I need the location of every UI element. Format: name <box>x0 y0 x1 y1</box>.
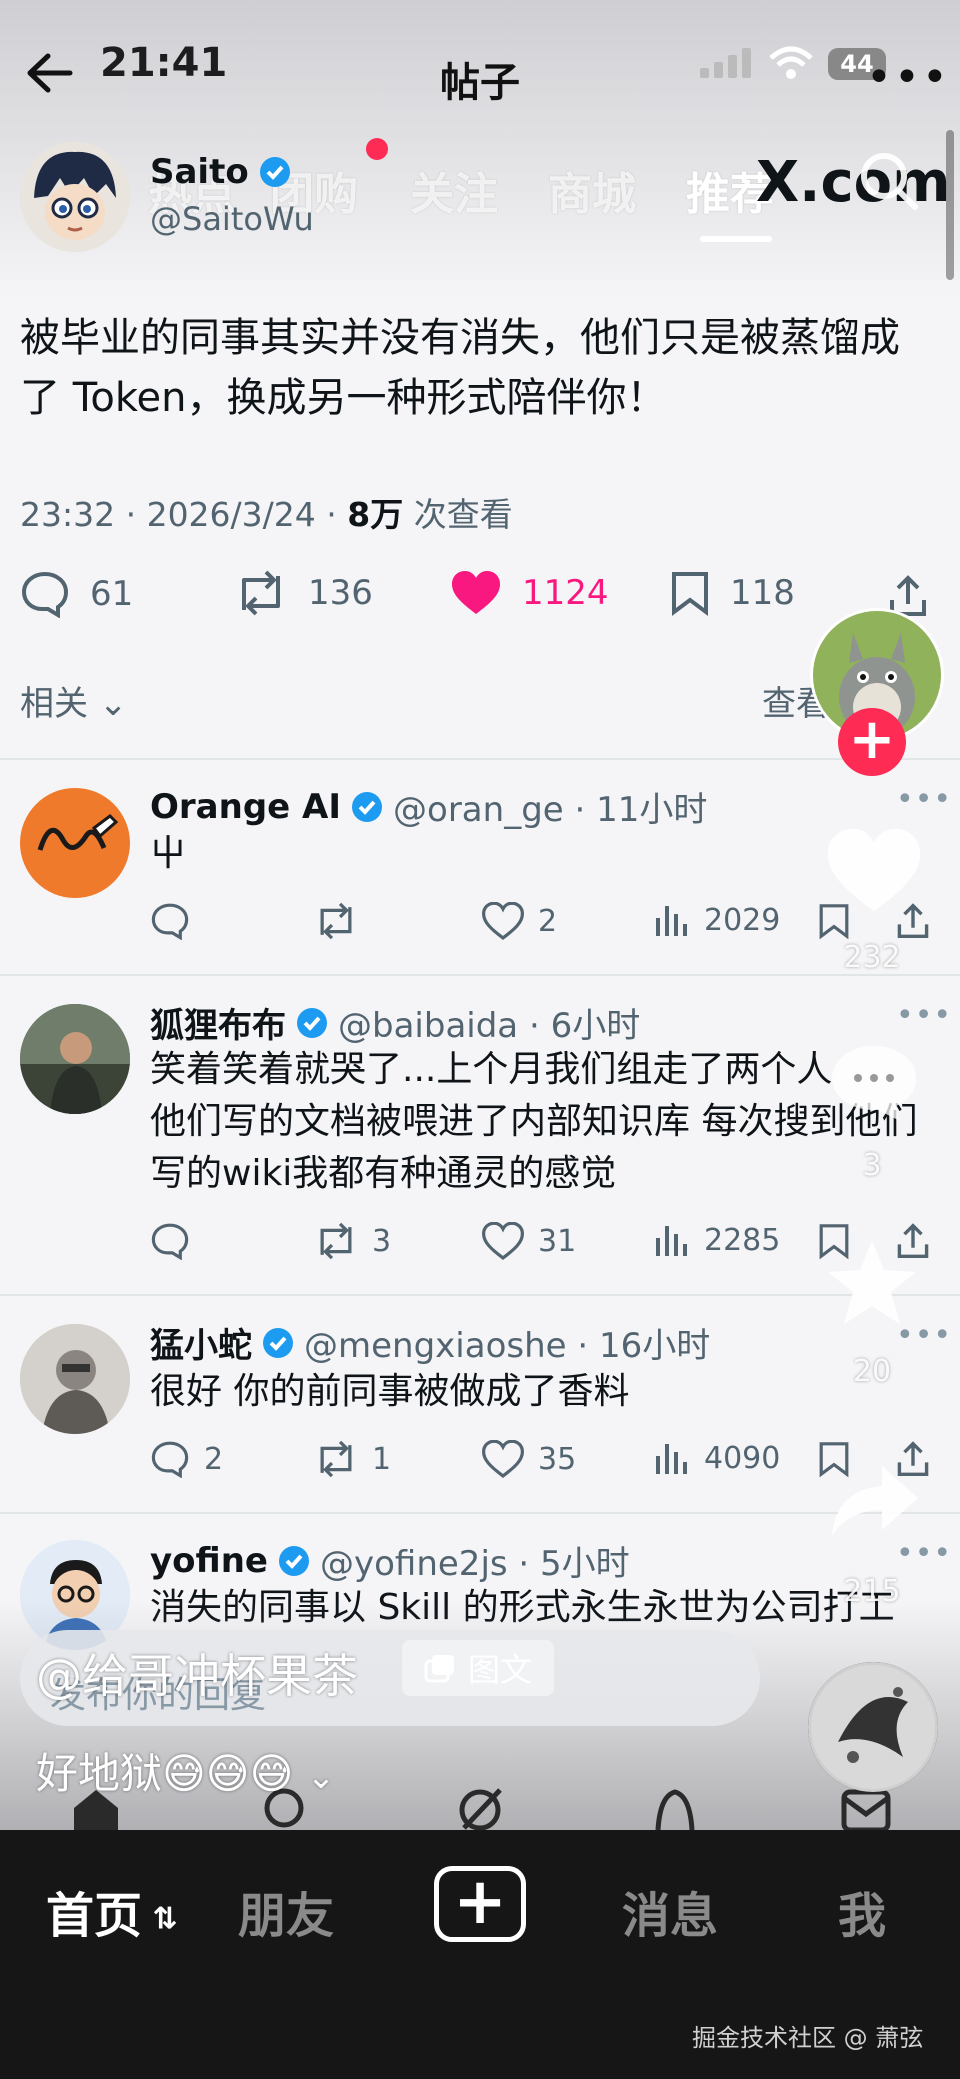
reply-text: 屮 <box>150 833 187 874</box>
author-name[interactable]: Saito <box>150 152 291 192</box>
reply-comment-button[interactable] <box>150 902 204 940</box>
page-title: 帖子 <box>440 60 520 106</box>
chevron-down-icon: ⌄ <box>306 1757 336 1797</box>
reply-views: 4090 <box>654 1440 780 1476</box>
grok-icon <box>459 1788 502 1830</box>
reply-avatar[interactable] <box>20 1004 130 1114</box>
favorite-count: 20 <box>852 1354 892 1389</box>
search-icon[interactable] <box>858 150 920 212</box>
divider <box>0 1294 960 1296</box>
comment-count: 3 <box>862 1148 882 1183</box>
author-avatar[interactable] <box>20 142 130 252</box>
reply-actions: 3 31 2285 <box>150 1222 940 1262</box>
reply-more-icon[interactable]: ••• <box>896 998 952 1033</box>
reply-more-icon[interactable]: ••• <box>896 782 952 817</box>
music-disc[interactable] <box>808 1662 938 1792</box>
repost-icon <box>320 1440 352 1478</box>
reply-author[interactable]: Orange AI @oran_ge · 11小时 <box>150 782 707 831</box>
tab-following[interactable]: 关注 <box>410 158 498 222</box>
reply-views: 2285 <box>654 1222 780 1258</box>
bookmark-count-button[interactable]: 118 <box>670 570 795 616</box>
heart-icon <box>482 1222 524 1260</box>
share-count: 215 <box>843 1574 901 1609</box>
more-options-icon[interactable]: ••• <box>866 52 950 103</box>
repost-icon <box>320 902 352 940</box>
verified-badge-icon <box>297 1007 327 1038</box>
like-heart-icon[interactable] <box>824 826 924 916</box>
reply-repost-button[interactable]: 1 <box>314 1440 391 1478</box>
reply-author[interactable]: 猛小蛇 @mengxiaoshe · 16小时 <box>150 1318 710 1367</box>
notification-dot <box>366 138 388 160</box>
reply-comment-button[interactable] <box>150 1222 204 1260</box>
reply-author[interactable]: 狐狸布布 @baibaida · 6小时 <box>150 998 640 1047</box>
reply-like-button[interactable]: 2 <box>482 902 557 940</box>
nav-home[interactable]: 首页 ⇅ <box>46 1876 178 1946</box>
post-meta: 23:32 · 2026/3/24 · 8万 次查看 <box>20 495 513 534</box>
post-text: 被毕业的同事其实并没有消失，他们只是被蒸馏成 了 Token，换成另一种形式陪伴… <box>20 315 900 421</box>
reply-like-button[interactable]: 31 <box>482 1222 576 1260</box>
like-count: 232 <box>843 940 901 975</box>
divider <box>0 1512 960 1514</box>
verified-badge-icon <box>259 157 290 187</box>
reply-actions: 2 1 35 4090 <box>150 1440 940 1480</box>
author-handle[interactable]: @SaitoWu <box>150 200 314 238</box>
reply-repost-button[interactable] <box>314 902 372 940</box>
heart-icon <box>482 1440 524 1478</box>
content-type-badge: 图文 <box>402 1640 554 1696</box>
repost-count-button[interactable]: 136 <box>234 570 373 616</box>
reply-comment-button[interactable]: 2 <box>150 1440 223 1478</box>
analytics-icon <box>656 906 687 936</box>
reply-repost-button[interactable]: 3 <box>314 1222 391 1260</box>
comment-icon <box>151 903 189 940</box>
reply-actions: 2 2029 <box>150 902 940 942</box>
nav-me[interactable]: 我 <box>838 1876 886 1946</box>
watermark: 掘金技术社区 @ 萧弦 <box>692 2024 924 2052</box>
creator-name[interactable]: @给哥冲杯果茶 <box>36 1640 358 1706</box>
mail-icon <box>841 1789 891 1830</box>
divider <box>0 974 960 976</box>
chevron-down-icon: ⌄ <box>98 684 128 724</box>
site-label: X.com <box>756 150 951 215</box>
tab-active-indicator <box>700 236 772 242</box>
analytics-icon <box>656 1444 687 1474</box>
image-text-icon <box>424 1655 454 1683</box>
reply-avatar[interactable] <box>20 788 130 898</box>
caption-text[interactable]: 好地狱😅😅😅 ⌄ <box>36 1740 335 1801</box>
verified-badge-icon <box>279 1545 309 1576</box>
comment-bubble-icon[interactable] <box>826 1040 922 1124</box>
like-count-button[interactable]: 1124 <box>450 570 609 616</box>
heart-icon <box>482 902 524 940</box>
bell-icon <box>655 1789 695 1830</box>
comment-icon <box>21 571 69 618</box>
cellular-signal-icon <box>700 48 751 78</box>
comment-icon <box>151 1441 189 1478</box>
reply-more-icon[interactable]: ••• <box>896 1536 952 1571</box>
tab-mall[interactable]: 商城 <box>548 158 636 222</box>
verified-badge-icon <box>263 1327 293 1358</box>
scrollbar[interactable] <box>946 130 954 280</box>
analytics-icon <box>656 1226 687 1256</box>
nav-messages[interactable]: 消息 <box>622 1876 718 1946</box>
refresh-arrows-icon: ⇅ <box>142 1901 178 1937</box>
reply-like-button[interactable]: 35 <box>482 1440 576 1478</box>
bookmark-icon <box>672 572 708 616</box>
favorite-star-icon[interactable] <box>824 1236 920 1328</box>
repost-icon <box>242 570 280 616</box>
reply-views: 2029 <box>654 902 780 938</box>
reply-count-button[interactable]: 61 <box>20 570 133 618</box>
reply-avatar[interactable] <box>20 1324 130 1434</box>
create-post-button[interactable]: + <box>434 1866 526 1942</box>
share-arrow-icon[interactable] <box>826 1460 922 1540</box>
reply-author[interactable]: yofine @yofine2js · 5小时 <box>150 1536 630 1585</box>
heart-filled-icon <box>452 571 500 614</box>
wifi-icon <box>769 46 813 79</box>
verified-badge-icon <box>352 791 383 822</box>
comment-icon <box>151 1223 189 1260</box>
repost-icon <box>320 1222 352 1260</box>
divider <box>0 758 960 760</box>
related-dropdown[interactable]: 相关 ⌄ <box>20 676 127 725</box>
follow-button[interactable]: + <box>838 708 906 776</box>
nav-friends[interactable]: 朋友 <box>238 1876 334 1946</box>
